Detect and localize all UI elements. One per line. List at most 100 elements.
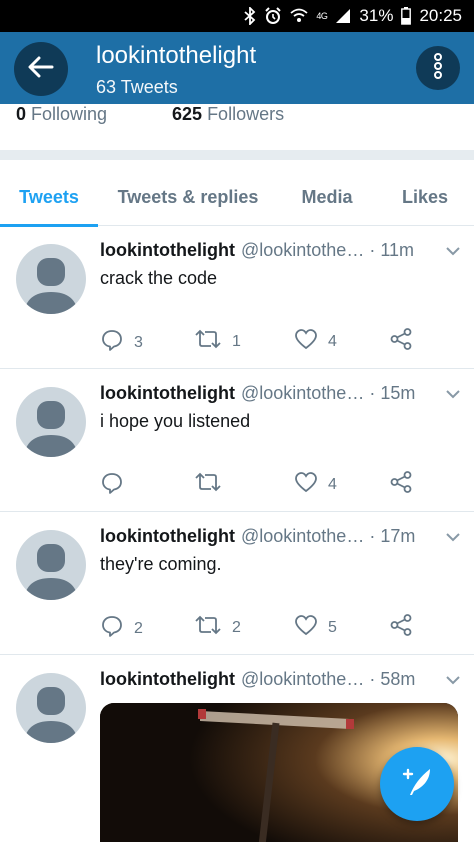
profile-name: lookintothelight bbox=[96, 42, 257, 69]
tweet-author-handle[interactable]: @lookintothe… bbox=[241, 240, 364, 261]
separator-dot: · bbox=[369, 669, 376, 689]
share-button[interactable] bbox=[390, 328, 412, 355]
following-label: Following bbox=[31, 104, 108, 124]
tweet-header: lookintothelight @lookintothe… · 58m bbox=[100, 669, 460, 690]
separator-dot: · bbox=[369, 383, 376, 403]
tweet-count: 63 Tweets bbox=[96, 77, 178, 97]
retweet-button[interactable]: 2 bbox=[194, 614, 241, 641]
avatar[interactable] bbox=[16, 244, 86, 314]
compose-tweet-button[interactable] bbox=[380, 747, 454, 821]
more-options-button[interactable] bbox=[416, 46, 460, 90]
share-button[interactable] bbox=[390, 471, 412, 498]
battery-icon bbox=[401, 7, 412, 25]
like-count: 4 bbox=[328, 475, 337, 493]
tweet-time: 15m bbox=[380, 383, 416, 403]
tweet-author-name[interactable]: lookintothelight bbox=[100, 669, 235, 690]
chevron-down-icon[interactable] bbox=[446, 532, 460, 542]
tweet-author-name[interactable]: lookintothelight bbox=[100, 526, 235, 547]
back-button[interactable] bbox=[14, 42, 68, 96]
reply-icon bbox=[100, 328, 124, 357]
battery-percent: 31% bbox=[359, 6, 394, 25]
tweet-text: crack the code bbox=[100, 268, 218, 288]
followers-stat[interactable]: 625 Followers bbox=[172, 104, 284, 125]
like-button[interactable]: 5 bbox=[294, 614, 337, 641]
more-vertical-icon bbox=[433, 52, 443, 84]
tweet-actions: 4 bbox=[100, 471, 430, 501]
retweet-button[interactable] bbox=[194, 471, 232, 498]
chevron-down-icon[interactable] bbox=[446, 389, 460, 399]
tab-tweets[interactable]: Tweets bbox=[0, 168, 98, 227]
share-icon bbox=[390, 614, 412, 641]
tweet-time: 11m bbox=[380, 240, 415, 260]
section-divider bbox=[0, 150, 474, 160]
tweet-time: 58m bbox=[380, 669, 416, 689]
arrow-left-icon bbox=[28, 56, 54, 83]
retweet-count: 1 bbox=[232, 332, 241, 350]
followers-label: Followers bbox=[207, 104, 285, 124]
network-type-label: 4G bbox=[316, 11, 328, 21]
heart-icon bbox=[294, 614, 318, 641]
tweet-text: i hope you listened bbox=[100, 411, 251, 431]
status-bar: 4G 31% 20:25 bbox=[0, 0, 474, 32]
tweet-header: lookintothelight @lookintothe… · 17m bbox=[100, 526, 460, 547]
share-icon bbox=[390, 471, 412, 498]
heart-icon bbox=[294, 328, 318, 355]
retweet-icon bbox=[194, 328, 222, 355]
compose-tweet-icon bbox=[400, 765, 434, 804]
profile-tabs: Tweets Tweets & replies Media Likes bbox=[0, 168, 474, 227]
reply-count: 3 bbox=[134, 333, 143, 351]
reply-button[interactable]: 3 bbox=[100, 328, 143, 357]
retweet-count: 2 bbox=[232, 618, 241, 636]
tab-media[interactable]: Media bbox=[278, 168, 376, 226]
separator-dot: · bbox=[369, 240, 376, 260]
tweet-actions: 3 1 4 bbox=[100, 328, 430, 358]
retweet-button[interactable]: 1 bbox=[194, 328, 241, 355]
tweet-author-handle[interactable]: @lookintothe… bbox=[241, 526, 364, 547]
signal-icon bbox=[335, 8, 351, 24]
retweet-icon bbox=[194, 471, 222, 498]
tab-tweets-and-replies[interactable]: Tweets & replies bbox=[98, 168, 278, 226]
reply-icon bbox=[100, 471, 124, 500]
tab-likes[interactable]: Likes bbox=[376, 168, 474, 226]
alarm-icon bbox=[264, 7, 282, 25]
chevron-down-icon[interactable] bbox=[446, 675, 460, 685]
like-count: 5 bbox=[328, 618, 337, 636]
tweet-author-handle[interactable]: @lookintothe… bbox=[241, 383, 364, 404]
chevron-down-icon[interactable] bbox=[446, 246, 460, 256]
tweet-header: lookintothelight @lookintothe… · 11m bbox=[100, 240, 460, 261]
following-stat[interactable]: 0 Following bbox=[16, 104, 107, 125]
avatar[interactable] bbox=[16, 387, 86, 457]
reply-button[interactable]: 2 bbox=[100, 614, 143, 643]
tweet-item[interactable]: lookintothelight @lookintothe… · 17m the… bbox=[0, 512, 474, 655]
avatar[interactable] bbox=[16, 673, 86, 743]
tweet-actions: 2 2 5 bbox=[100, 614, 430, 644]
share-icon bbox=[390, 328, 412, 355]
tweet-author-handle[interactable]: @lookintothe… bbox=[241, 669, 364, 690]
tweet-item[interactable]: lookintothelight @lookintothe… · 11m cra… bbox=[0, 226, 474, 369]
wifi-icon bbox=[290, 8, 308, 24]
followers-count: 625 bbox=[172, 104, 203, 124]
tweet-item[interactable]: lookintothelight @lookintothe… · 15m i h… bbox=[0, 369, 474, 512]
profile-title-block: lookintothelight 63 Tweets bbox=[96, 42, 256, 100]
profile-app-bar: lookintothelight 63 Tweets bbox=[0, 32, 474, 104]
tweet-time: 17m bbox=[380, 526, 416, 546]
tweet-text: they're coming. bbox=[100, 554, 222, 574]
clock-time: 20:25 bbox=[419, 6, 462, 25]
avatar[interactable] bbox=[16, 530, 86, 600]
like-button[interactable]: 4 bbox=[294, 471, 337, 498]
tweet-author-name[interactable]: lookintothelight bbox=[100, 383, 235, 404]
heart-icon bbox=[294, 471, 318, 498]
retweet-icon bbox=[194, 614, 222, 641]
separator-dot: · bbox=[369, 526, 376, 546]
reply-count: 2 bbox=[134, 619, 143, 637]
following-count: 0 bbox=[16, 104, 27, 124]
follow-stats: 0 Following 625 Followers bbox=[0, 104, 474, 148]
like-button[interactable]: 4 bbox=[294, 328, 337, 355]
tweet-header: lookintothelight @lookintothe… · 15m bbox=[100, 383, 460, 404]
tweet-author-name[interactable]: lookintothelight bbox=[100, 240, 235, 261]
reply-icon bbox=[100, 614, 124, 643]
reply-button[interactable] bbox=[100, 471, 134, 500]
like-count: 4 bbox=[328, 332, 337, 350]
share-button[interactable] bbox=[390, 614, 412, 641]
bluetooth-icon bbox=[244, 7, 256, 25]
